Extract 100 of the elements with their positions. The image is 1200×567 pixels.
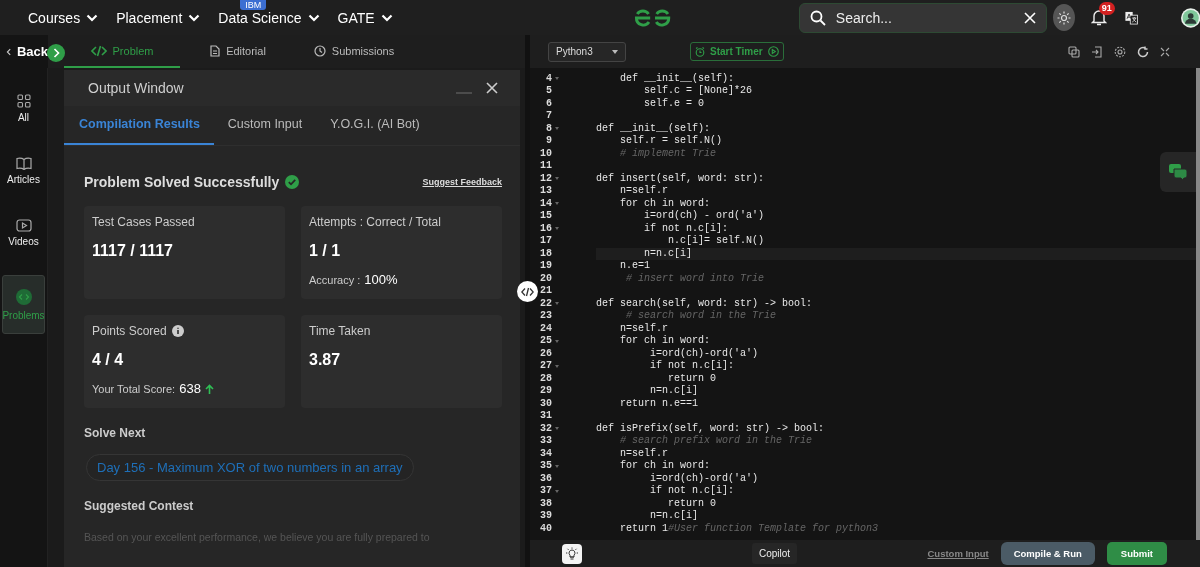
stat-detail-value: 638 (179, 381, 201, 396)
output-tab[interactable]: Y.O.G.I. (AI Bot) (316, 106, 434, 145)
code-line: def __init__(self): (596, 122, 712, 135)
chevron-down-icon (307, 13, 320, 22)
stat-value: 4 / 4 (92, 351, 125, 369)
feedback-link[interactable]: Suggest Feedback (422, 177, 502, 187)
code-line: n=self.r (619, 185, 669, 198)
theme-toggle[interactable] (1052, 4, 1075, 31)
custom-input-link[interactable]: Custom Input (927, 548, 989, 559)
chevron-left-icon[interactable] (6, 46, 11, 57)
line-number: 6 (545, 97, 552, 110)
chevron-down-icon (86, 13, 99, 22)
settings-icon[interactable] (1114, 45, 1126, 58)
chevron-down-icon (188, 13, 201, 22)
copilot-button[interactable]: Copilot (752, 543, 798, 564)
search-field[interactable]: Search... (798, 2, 1047, 33)
import-icon[interactable] (1091, 45, 1103, 58)
line-number: 4 (545, 72, 552, 85)
window-title: Output Window (88, 80, 185, 96)
line-number: 20 (539, 272, 552, 285)
code-line: if not n.c[i]: (649, 485, 736, 498)
code-line: if not n.c[i]: (649, 360, 736, 373)
code-line: if not n.c[i]: (643, 222, 730, 235)
code-line: n=n.c[i] (649, 510, 700, 523)
line-number: 23 (539, 310, 552, 323)
expand-button[interactable] (47, 44, 65, 62)
fold-marker-icon[interactable] (555, 77, 559, 81)
stat-label: Points Scored (92, 324, 167, 338)
language-select[interactable]: Python3 (548, 41, 626, 62)
fold-marker-icon[interactable] (555, 202, 559, 206)
line-number: 22 (539, 297, 552, 310)
output-tab[interactable]: Compilation Results (64, 106, 214, 145)
timer-button[interactable]: Start Timer (690, 42, 784, 61)
code-line: def search(self, word: str) -> bool: (596, 297, 814, 310)
sidebar-item[interactable]: All (2, 88, 45, 129)
search-icon (809, 9, 826, 26)
nav-menu[interactable]: GATE (337, 9, 375, 26)
line-number: 8 (545, 122, 552, 135)
notification-badge: 91 (1098, 1, 1115, 15)
sidebar-item[interactable]: Videos (2, 213, 45, 253)
fold-marker-icon[interactable] (555, 489, 559, 493)
chevron-down-icon (380, 13, 393, 22)
code-line: self.e = 0 (643, 97, 706, 110)
problem-tab[interactable]: Editorial (180, 35, 296, 68)
copy-icon[interactable] (1068, 45, 1080, 58)
code-line: i=ord(ch) - ord('a') (643, 210, 766, 223)
caret-down-icon (612, 49, 618, 54)
nav-menu[interactable]: Courses (28, 9, 81, 26)
code-line: # search prefix word in the Trie (619, 435, 814, 448)
stat-label: Test Cases Passed (92, 215, 195, 229)
line-number: 12 (539, 172, 552, 185)
stat-label: Time Taken (309, 324, 371, 338)
line-number: 24 (539, 322, 552, 335)
fold-marker-icon[interactable] (555, 302, 559, 306)
code-line: n=self.r (619, 322, 669, 335)
line-number: 16 (539, 222, 552, 235)
fold-marker-icon[interactable] (555, 227, 559, 231)
reset-icon[interactable] (1137, 45, 1149, 58)
alarm-clock-icon (695, 46, 705, 57)
fold-marker-icon[interactable] (555, 177, 559, 181)
compile-run-button[interactable]: Compile & Run (1000, 542, 1095, 565)
fold-marker-icon[interactable] (555, 364, 559, 368)
nav-menu[interactable]: Placement (116, 9, 183, 26)
fullscreen-icon[interactable] (1160, 46, 1170, 57)
sidebar-item[interactable]: Articles (2, 151, 45, 191)
line-number: 28 (539, 372, 552, 385)
fold-marker-icon[interactable] (555, 127, 559, 131)
line-number: 15 (539, 210, 552, 223)
chevron-right-icon (52, 48, 60, 58)
info-icon[interactable] (171, 325, 184, 337)
line-number: 38 (539, 497, 552, 510)
lightbulb-button[interactable] (562, 543, 582, 564)
check-circle-icon (285, 175, 300, 189)
fold-marker-icon[interactable] (555, 427, 559, 431)
problem-tab[interactable]: Submissions (296, 35, 412, 68)
code-line: n.c[i]= self.N() (667, 235, 766, 248)
line-number: 7 (545, 110, 552, 123)
avatar[interactable] (1180, 5, 1200, 30)
sidebar-item[interactable]: Problems (2, 275, 45, 334)
line-number: 11 (539, 160, 552, 173)
submit-button[interactable]: Submit (1106, 542, 1167, 565)
line-number: 5 (545, 85, 552, 98)
output-tab[interactable]: Custom Input (213, 106, 317, 145)
book-icon (15, 157, 32, 170)
close-icon[interactable] (486, 82, 498, 94)
fold-marker-icon[interactable] (555, 339, 559, 343)
line-number: 25 (539, 335, 552, 348)
search-input[interactable]: Search... (833, 8, 1016, 27)
fold-marker-icon[interactable] (555, 464, 559, 468)
code-line: n=self.r (619, 447, 669, 460)
stat-value: 1117 / 1117 (92, 242, 174, 260)
translate-icon[interactable] (1124, 9, 1138, 26)
grid-icon (16, 94, 31, 108)
section-heading: Suggested Contest (84, 499, 195, 513)
line-number: 40 (539, 522, 552, 535)
stat-value: 3.87 (309, 351, 342, 369)
chat-button[interactable] (1160, 152, 1196, 192)
stat-value: 1 / 1 (309, 242, 342, 260)
code-line: n=n.c[i] (649, 385, 700, 398)
nav-menu[interactable]: Data Science (218, 9, 302, 26)
